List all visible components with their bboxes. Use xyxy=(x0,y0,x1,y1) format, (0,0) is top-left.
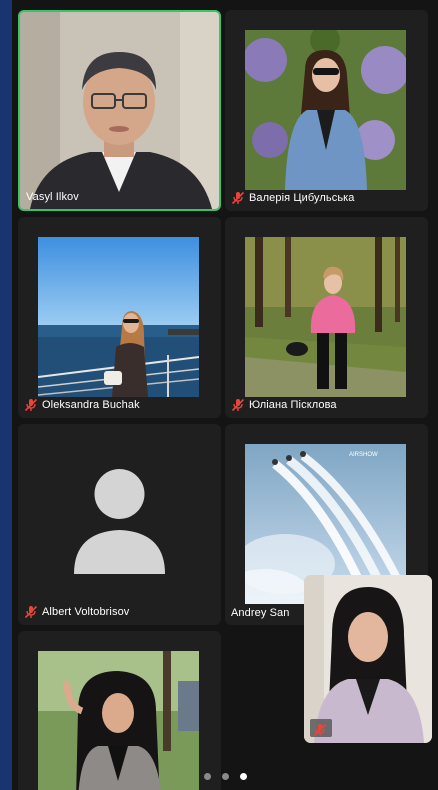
page-dot-1[interactable] xyxy=(203,773,211,780)
self-view-video[interactable] xyxy=(304,575,432,743)
participant-name-bar: Vasyl Ilkov xyxy=(26,191,79,203)
participant-tile-vasyl-ilkov[interactable]: Vasyl Ilkov xyxy=(18,10,221,211)
participant-name: Валерія Цибульська xyxy=(249,192,355,204)
mic-muted-icon xyxy=(231,191,245,205)
participant-tile-7[interactable] xyxy=(18,631,221,790)
mic-muted-icon xyxy=(24,605,38,619)
self-mic-muted-icon[interactable] xyxy=(313,723,327,737)
avatar xyxy=(68,464,171,579)
self-video xyxy=(304,575,432,743)
mic-muted-icon xyxy=(24,398,38,412)
page-indicator[interactable] xyxy=(12,773,438,780)
participant-video xyxy=(245,30,406,190)
participant-name: Andrey San xyxy=(231,607,290,619)
participant-name-bar: Валерія Цибульська xyxy=(231,191,355,205)
participant-tile-yuliana[interactable]: Юліана Пісклова xyxy=(225,217,428,418)
participant-video xyxy=(20,12,219,209)
participant-video xyxy=(245,237,406,397)
default-avatar-icon xyxy=(74,469,165,574)
participant-tile-valeriia[interactable]: Валерія Цибульська xyxy=(225,10,428,211)
participant-name-bar: Andrey San xyxy=(231,607,289,619)
airshow-watermark: AIRSHOW xyxy=(349,452,378,458)
participant-tile-oleksandra-buchak[interactable]: Oleksandra Buchak xyxy=(18,217,221,418)
participant-name: Oleksandra Buchak xyxy=(42,399,140,411)
page-dot-3[interactable] xyxy=(239,773,247,780)
participant-name: Vasyl Ilkov xyxy=(26,191,79,203)
participant-name-bar: Oleksandra Buchak xyxy=(24,398,140,412)
participant-video xyxy=(38,651,199,790)
participant-name-bar: Юліана Пісклова xyxy=(231,398,337,412)
participant-name: Albert Voltobrisov xyxy=(42,606,130,618)
participant-video xyxy=(38,237,199,397)
participant-tile-albert-voltobrisov[interactable]: Albert Voltobrisov xyxy=(18,424,221,625)
page-dot-2[interactable] xyxy=(221,773,229,780)
participant-name-bar: Albert Voltobrisov xyxy=(24,605,129,619)
participant-name: Юліана Пісклова xyxy=(249,399,337,411)
gallery-view: Vasyl Ilkov Валерія Цибульська Oleksandr… xyxy=(12,0,438,790)
mic-muted-icon xyxy=(231,398,245,412)
